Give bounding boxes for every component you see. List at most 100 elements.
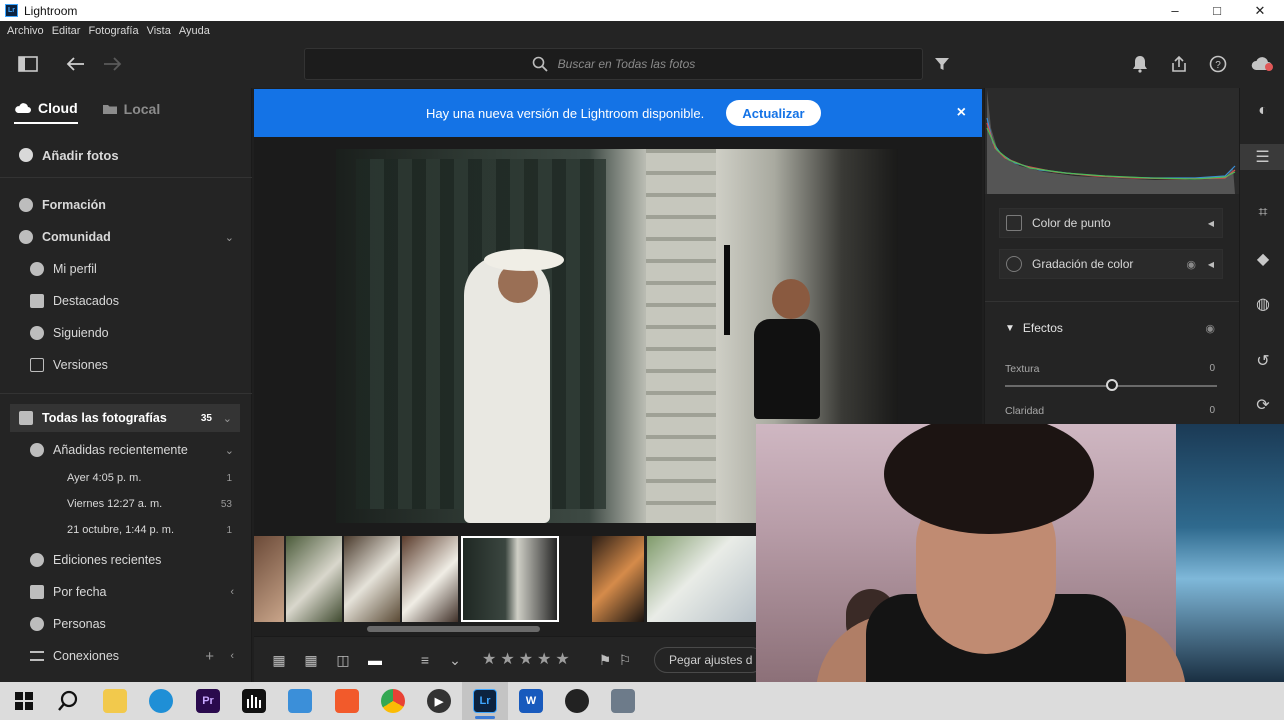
- media-player-icon[interactable]: ▶: [427, 689, 451, 713]
- sidebar-item-people[interactable]: Personas: [0, 610, 252, 638]
- star-icon[interactable]: ★: [482, 649, 496, 669]
- chevron-down-icon[interactable]: ⌄: [225, 231, 234, 244]
- sidebar-item-recent-1[interactable]: Ayer 4:05 p. m. 1: [0, 464, 252, 492]
- windows-start-icon[interactable]: [12, 689, 36, 713]
- sidebar-item-recent-edits[interactable]: Ediciones recientes: [0, 546, 252, 574]
- sort-icon[interactable]: ≡: [416, 652, 434, 668]
- sidebar-item-learn[interactable]: Formación: [0, 191, 252, 219]
- obs-icon[interactable]: [565, 689, 589, 713]
- minimize-button[interactable]: –: [1153, 0, 1197, 21]
- filmstrip-thumb[interactable]: [344, 536, 400, 622]
- texture-slider-knob[interactable]: [1106, 379, 1118, 391]
- expand-arrow-icon[interactable]: ◀: [1208, 219, 1214, 228]
- eye-icon[interactable]: ◉: [1186, 258, 1196, 271]
- menu-fotografia[interactable]: Fotografía: [88, 25, 138, 37]
- person-icon: [30, 617, 44, 631]
- chevron-left-icon[interactable]: ‹: [230, 650, 234, 662]
- chevron-down-icon[interactable]: ⌄: [223, 412, 232, 425]
- back-arrow-icon[interactable]: [64, 52, 88, 76]
- sidebar-item-featured[interactable]: Destacados: [0, 287, 252, 315]
- versions-icon: [30, 358, 44, 372]
- reject-flag-icon[interactable]: ⚐: [616, 652, 634, 668]
- cloud-sync-icon[interactable]: [1248, 52, 1276, 76]
- photo-head: [772, 279, 810, 319]
- sidebar-item-all-photos[interactable]: Todas las fotografías 35 ⌄: [10, 404, 240, 432]
- file-explorer-icon[interactable]: [103, 689, 127, 713]
- filmstrip-thumb[interactable]: [647, 536, 756, 622]
- filter-icon[interactable]: [930, 52, 954, 76]
- premiere-icon[interactable]: Pr: [196, 689, 220, 713]
- effects-header[interactable]: ▼ Efectos: [1005, 321, 1063, 335]
- color-grading-row[interactable]: Gradación de color ◉ ◀: [999, 249, 1223, 279]
- masking-icon[interactable]: ◍: [1252, 293, 1274, 315]
- chevron-left-icon[interactable]: ‹: [230, 586, 234, 598]
- filmstrip-thumb[interactable]: [254, 536, 284, 622]
- panel-toggle-icon[interactable]: [16, 52, 40, 76]
- tab-local[interactable]: Local: [102, 100, 160, 124]
- photo-hat: [484, 249, 564, 271]
- plus-icon[interactable]: +: [205, 648, 214, 665]
- filmstrip-thumb[interactable]: [402, 536, 458, 622]
- search-input[interactable]: Buscar en Todas las fotos: [304, 48, 923, 80]
- sidebar-item-connections[interactable]: Conexiones + ‹: [0, 642, 252, 670]
- single-view-icon[interactable]: ▬: [366, 652, 384, 668]
- add-photos-button[interactable]: Añadir fotos: [0, 141, 252, 169]
- edit-sliders-icon[interactable]: ☰: [1240, 144, 1284, 170]
- crop-icon[interactable]: ⌗: [1252, 202, 1274, 224]
- chrome-icon[interactable]: [381, 689, 405, 713]
- search-icon[interactable]: [56, 689, 80, 713]
- paste-settings-button[interactable]: Pegar ajustes d: [654, 647, 764, 673]
- star-icon[interactable]: ★: [500, 649, 514, 669]
- close-window-button[interactable]: ✕: [1238, 0, 1282, 21]
- menu-editar[interactable]: Editar: [52, 25, 81, 37]
- brave-icon[interactable]: [335, 689, 359, 713]
- versions-rail-icon[interactable]: ⟳: [1252, 394, 1274, 416]
- sidebar-item-my-profile[interactable]: Mi perfil: [0, 255, 252, 283]
- sidebar-item-recent-3[interactable]: 21 octubre, 1:44 p. m. 1: [0, 516, 252, 544]
- photos-icon[interactable]: [288, 689, 312, 713]
- expand-arrow-icon[interactable]: ◀: [1208, 260, 1214, 269]
- menu-ayuda[interactable]: Ayuda: [179, 25, 210, 37]
- sidebar-item-following[interactable]: Siguiendo: [0, 319, 252, 347]
- chevron-down-icon[interactable]: ⌄: [446, 652, 464, 668]
- sidebar-item-community[interactable]: Comunidad ⌄: [0, 223, 252, 251]
- audio-app-icon[interactable]: [242, 689, 266, 713]
- share-icon[interactable]: [1167, 52, 1191, 76]
- lightroom-icon[interactable]: Lr: [473, 689, 497, 713]
- word-icon[interactable]: W: [519, 689, 543, 713]
- star-icon[interactable]: ★: [555, 649, 569, 669]
- star-icon[interactable]: ★: [537, 649, 551, 669]
- edge-icon[interactable]: [149, 689, 173, 713]
- recently-added-label: Añadidas recientemente: [53, 443, 188, 457]
- tab-cloud[interactable]: Cloud: [14, 100, 78, 124]
- filmstrip-thumb[interactable]: [286, 536, 342, 622]
- menu-vista[interactable]: Vista: [147, 25, 171, 37]
- maximize-button[interactable]: □: [1195, 0, 1239, 21]
- filmstrip-scrollbar[interactable]: [367, 626, 540, 632]
- sidebar-item-recent-2[interactable]: Viernes 12:27 a. m. 53: [0, 490, 252, 518]
- star-icon[interactable]: ★: [519, 649, 533, 669]
- presets-icon[interactable]: ◐: [1252, 100, 1274, 122]
- update-button[interactable]: Actualizar: [726, 100, 821, 126]
- compare-icon[interactable]: ◫: [334, 652, 352, 668]
- sidebar-item-recently-added[interactable]: Añadidas recientemente ⌄: [0, 436, 252, 464]
- flag-icon[interactable]: ⚑: [596, 652, 614, 668]
- filmstrip-thumb-selected[interactable]: [461, 536, 559, 622]
- forward-arrow-icon[interactable]: [100, 52, 124, 76]
- banner-close-button[interactable]: ×: [957, 104, 966, 122]
- sidebar-item-versions[interactable]: Versiones: [0, 351, 252, 379]
- healing-icon[interactable]: ◆: [1252, 248, 1274, 270]
- grid-small-icon[interactable]: ▦: [302, 652, 320, 668]
- filmstrip-thumb[interactable]: [592, 536, 644, 622]
- sidebar-item-by-date[interactable]: Por fecha ‹: [0, 578, 252, 606]
- history-icon[interactable]: ↺: [1252, 350, 1274, 372]
- point-color-row[interactable]: Color de punto ◀: [999, 208, 1223, 238]
- camera-icon[interactable]: [611, 689, 635, 713]
- eye-icon[interactable]: ◉: [1205, 322, 1215, 335]
- chevron-down-icon[interactable]: ⌄: [225, 444, 234, 457]
- help-icon[interactable]: ?: [1206, 52, 1230, 76]
- grid-large-icon[interactable]: ▦: [270, 652, 288, 668]
- windows-taskbar: Pr ▶ Lr W: [0, 682, 1284, 720]
- menu-archivo[interactable]: Archivo: [7, 25, 44, 37]
- bell-icon[interactable]: [1128, 52, 1152, 76]
